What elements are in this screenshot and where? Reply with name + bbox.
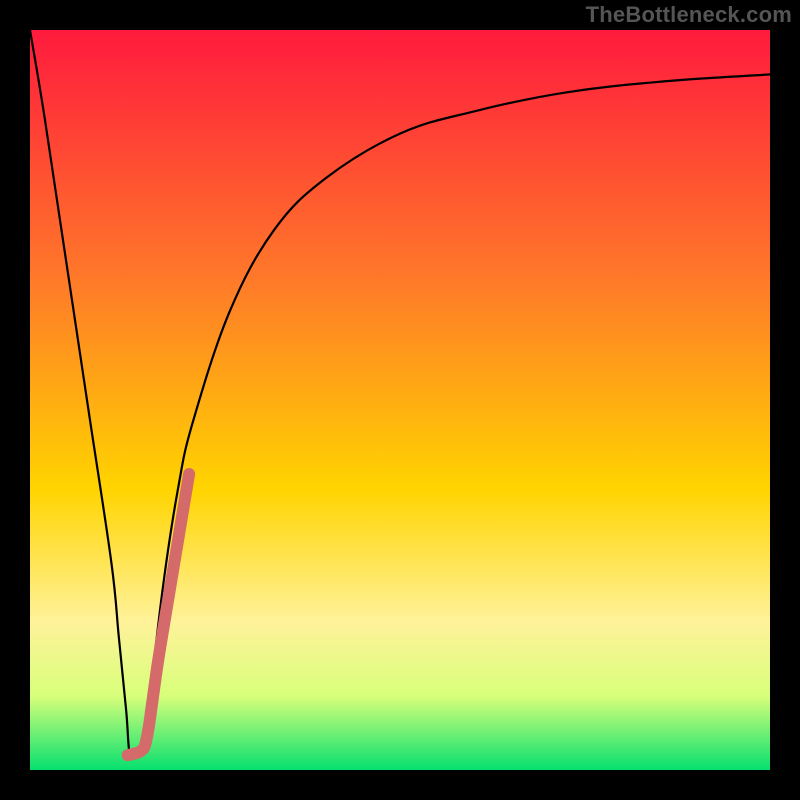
bottleneck-chart xyxy=(0,0,800,800)
watermark: TheBottleneck.com xyxy=(586,2,792,28)
plot-area xyxy=(30,30,770,770)
